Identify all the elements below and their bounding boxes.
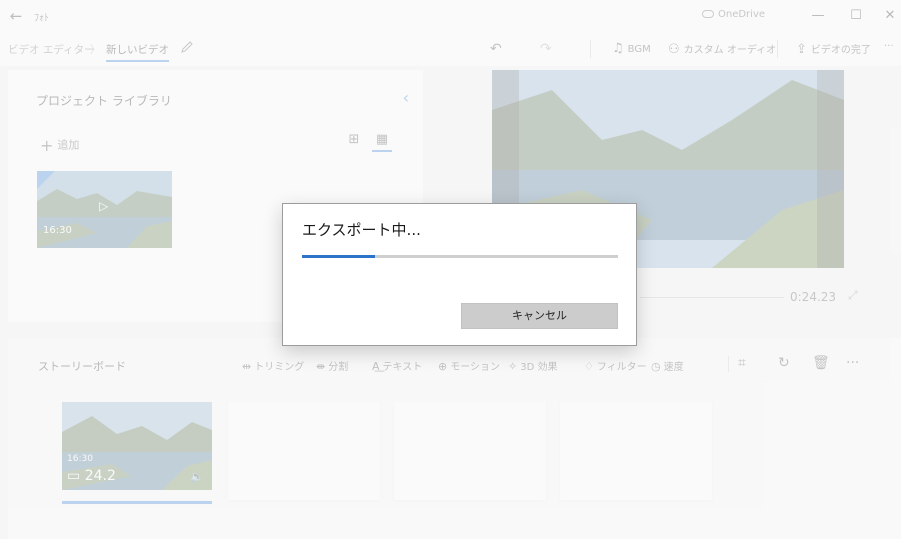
export-progress-bar bbox=[302, 255, 618, 258]
export-dialog: エクスポート中... キャンセル bbox=[282, 203, 637, 346]
export-progress-fill bbox=[302, 255, 375, 258]
export-dialog-title: エクスポート中... bbox=[302, 221, 421, 239]
cancel-button[interactable]: キャンセル bbox=[461, 303, 618, 329]
photos-app-window: ← ﾌｫﾄ OneDrive — ☐ ✕ ビデオ エディター 〉 新しいビデオ … bbox=[0, 0, 901, 539]
